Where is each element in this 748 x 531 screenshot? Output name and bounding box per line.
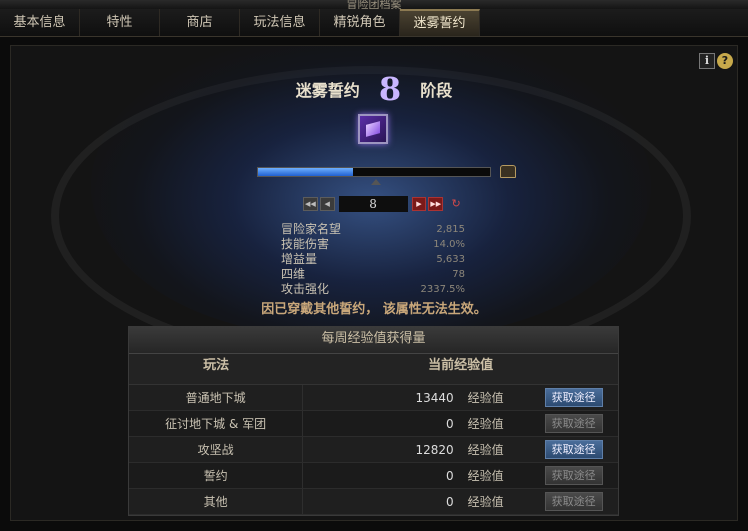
tab-bar: 基本信息 特性 商店 玩法信息 精锐角色 迷雾誓约 bbox=[0, 9, 748, 37]
weekly-exp-table: 每周经验值获得量 玩法 当前经验值 普通地下城 13440 经验值 获取途径 征… bbox=[128, 326, 619, 516]
column-header-exp: 当前经验值 bbox=[428, 358, 494, 373]
stat-name: 攻击强化 bbox=[281, 282, 330, 296]
stat-name: 增益量 bbox=[281, 252, 318, 266]
help-icon[interactable]: ? bbox=[717, 53, 733, 69]
stat-value: 78 bbox=[452, 269, 465, 280]
stage-selector-value: 8 bbox=[338, 196, 408, 212]
stage-label-right: 阶段 bbox=[420, 81, 453, 100]
table-row: 普通地下城 13440 经验值 获取途径 bbox=[129, 385, 618, 411]
row-mode: 攻坚战 bbox=[129, 437, 304, 462]
weekly-exp-rows: 普通地下城 13440 经验值 获取途径 征讨地下城 & 军团 0 经验值 获取… bbox=[129, 385, 618, 515]
row-exp-unit: 经验值 bbox=[467, 417, 504, 431]
reward-chest-icon[interactable] bbox=[500, 165, 516, 178]
stage-stats: 冒险家名望 2,815 技能伤害 14.0% 增益量 5,633 四维 78 攻… bbox=[281, 222, 465, 297]
get-source-button[interactable]: 获取途径 bbox=[544, 440, 603, 459]
progress-marker bbox=[371, 179, 381, 185]
stat-value: 5,633 bbox=[436, 254, 465, 265]
stat-value: 2,815 bbox=[436, 224, 465, 235]
stat-name: 冒险家名望 bbox=[281, 222, 342, 236]
row-exp-value: 0 bbox=[445, 495, 454, 509]
stage-progress-fill bbox=[258, 168, 354, 176]
stat-name: 四维 bbox=[281, 267, 306, 281]
tab-shop[interactable]: 商店 bbox=[160, 9, 240, 36]
tab-gameplay-info[interactable]: 玩法信息 bbox=[240, 9, 320, 36]
row-exp-value: 0 bbox=[445, 469, 454, 483]
table-row: 攻坚战 12820 经验值 获取途径 bbox=[129, 437, 618, 463]
get-source-button[interactable]: 获取途径 bbox=[544, 466, 603, 485]
info-icon[interactable]: i bbox=[699, 53, 715, 69]
stage-title: 迷雾誓约 8 阶段 bbox=[11, 70, 737, 108]
row-exp-unit: 经验值 bbox=[467, 443, 504, 457]
table-row: 誓约 0 经验值 获取途径 bbox=[129, 463, 618, 489]
tab-mist-pact[interactable]: 迷雾誓约 bbox=[400, 9, 480, 36]
row-mode: 征讨地下城 & 军团 bbox=[129, 411, 304, 436]
stat-row: 冒险家名望 2,815 bbox=[281, 222, 465, 237]
stage-progress-bar bbox=[257, 167, 491, 177]
inactive-warning: 因已穿戴其他誓约， 该属性无法生效。 bbox=[261, 302, 487, 317]
stage-stepper: ◀◀ ◀ 8 ▶ ▶▶ ↻ bbox=[303, 196, 463, 212]
row-mode: 誓约 bbox=[129, 463, 304, 488]
reset-icon[interactable]: ↻ bbox=[449, 197, 463, 211]
column-header-mode: 玩法 bbox=[203, 358, 230, 373]
stat-row: 四维 78 bbox=[281, 267, 465, 282]
row-exp-unit: 经验值 bbox=[467, 469, 504, 483]
stat-row: 攻击强化 2337.5% bbox=[281, 282, 465, 297]
weekly-exp-title: 每周经验值获得量 bbox=[129, 327, 618, 354]
stat-value: 2337.5% bbox=[420, 284, 466, 295]
row-exp-unit: 经验值 bbox=[467, 391, 504, 405]
get-source-button[interactable]: 获取途径 bbox=[544, 414, 603, 433]
tab-traits[interactable]: 特性 bbox=[80, 9, 160, 36]
table-row: 其他 0 经验值 获取途径 bbox=[129, 489, 618, 515]
next-stage-button[interactable]: ▶ bbox=[411, 197, 427, 211]
table-row: 征讨地下城 & 军团 0 经验值 获取途径 bbox=[129, 411, 618, 437]
last-stage-button[interactable]: ▶▶ bbox=[428, 197, 444, 211]
row-mode: 普通地下城 bbox=[129, 385, 304, 410]
stage-label-left: 迷雾誓约 bbox=[295, 81, 360, 100]
get-source-button[interactable]: 获取途径 bbox=[544, 388, 603, 407]
row-exp-value: 12820 bbox=[415, 443, 454, 457]
prev-stage-button[interactable]: ◀ bbox=[319, 197, 335, 211]
stat-row: 技能伤害 14.0% bbox=[281, 237, 465, 252]
tab-elite-characters[interactable]: 精锐角色 bbox=[320, 9, 400, 36]
stat-row: 增益量 5,633 bbox=[281, 252, 465, 267]
weekly-exp-header: 玩法 当前经验值 bbox=[129, 354, 618, 385]
row-exp-value: 13440 bbox=[415, 391, 454, 405]
stage-number: 8 bbox=[378, 70, 402, 108]
stat-value: 14.0% bbox=[433, 239, 465, 250]
stat-name: 技能伤害 bbox=[281, 237, 330, 251]
get-source-button[interactable]: 获取途径 bbox=[544, 492, 603, 511]
row-exp-unit: 经验值 bbox=[467, 495, 504, 509]
stage-gem-icon bbox=[358, 114, 388, 144]
row-exp-value: 0 bbox=[445, 417, 454, 431]
title-bar: 冒险团档案 bbox=[0, 0, 748, 11]
tab-basic-info[interactable]: 基本信息 bbox=[0, 9, 80, 36]
mist-pact-panel: i ? 迷雾誓约 8 阶段 ◀◀ ◀ 8 ▶ ▶▶ ↻ 冒险家名望 2,815 … bbox=[10, 45, 738, 521]
first-stage-button[interactable]: ◀◀ bbox=[303, 197, 318, 211]
row-mode: 其他 bbox=[129, 489, 304, 514]
